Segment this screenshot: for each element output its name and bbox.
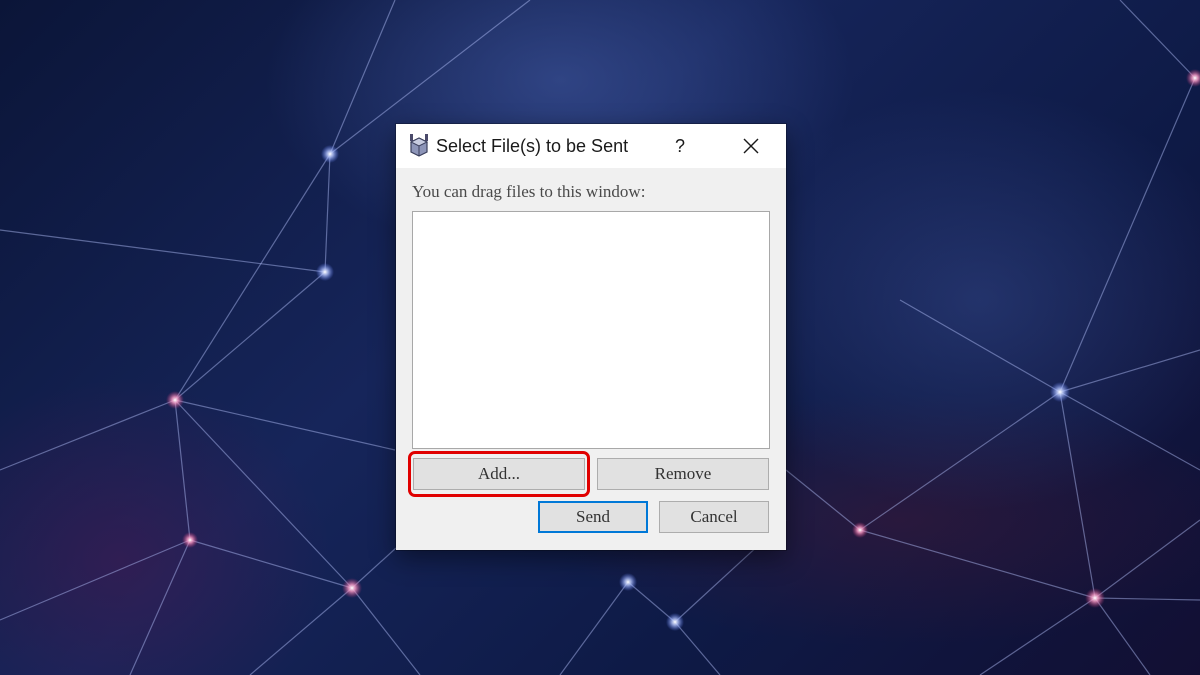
drag-hint-label: You can drag files to this window: — [412, 182, 646, 201]
close-button[interactable] — [732, 130, 770, 162]
send-button[interactable]: Send — [538, 501, 648, 533]
cancel-button[interactable]: Cancel — [659, 501, 769, 533]
package-app-icon — [408, 133, 430, 157]
help-button[interactable]: ? — [664, 130, 696, 162]
title-bar[interactable]: Select File(s) to be Sent ? — [396, 124, 786, 168]
select-files-dialog: Select File(s) to be Sent ? You can drag… — [396, 124, 786, 550]
dialog-title: Select File(s) to be Sent — [436, 136, 629, 156]
file-list-box[interactable] — [412, 211, 770, 449]
close-icon — [743, 138, 759, 154]
remove-button[interactable]: Remove — [597, 458, 769, 490]
add-button[interactable]: Add... — [413, 458, 585, 490]
